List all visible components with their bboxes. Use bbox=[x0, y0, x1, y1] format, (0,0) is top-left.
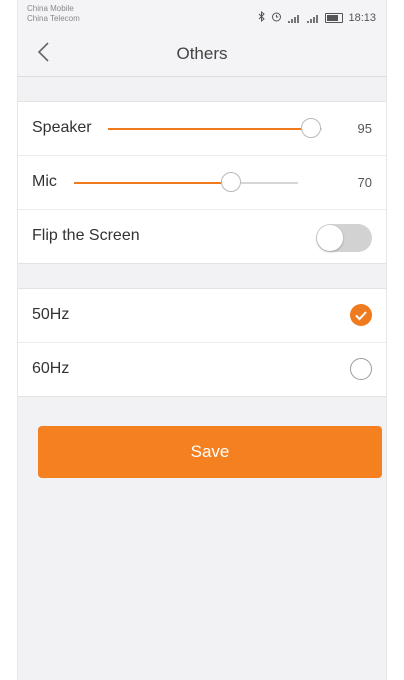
mic-slider-fill bbox=[74, 182, 231, 184]
alarm-icon bbox=[271, 11, 282, 25]
frequency-label-50hz: 50Hz bbox=[32, 306, 70, 323]
nav-bar: Others bbox=[18, 30, 386, 77]
flip-screen-row: Flip the Screen bbox=[18, 210, 386, 263]
mic-slider[interactable] bbox=[74, 172, 298, 192]
frequency-group: 50Hz 60Hz bbox=[18, 288, 386, 397]
unchecked-radio-icon[interactable] bbox=[350, 358, 372, 380]
mic-label: Mic bbox=[32, 173, 57, 190]
status-time: 18:13 bbox=[348, 12, 376, 24]
carrier-info: China Mobile China Telecom bbox=[27, 4, 80, 24]
battery-icon bbox=[325, 13, 344, 23]
status-icons: 18:13 bbox=[258, 10, 376, 25]
flip-screen-toggle[interactable] bbox=[316, 224, 372, 252]
page-title: Others bbox=[176, 44, 228, 63]
frequency-label-60hz: 60Hz bbox=[32, 360, 70, 377]
frequency-option-50hz[interactable]: 50Hz bbox=[18, 289, 386, 343]
mic-value: 70 bbox=[357, 175, 372, 190]
audio-settings-group: Speaker 95 Mic 70 Flip the Screen bbox=[18, 101, 386, 264]
mic-row: Mic 70 bbox=[18, 156, 386, 210]
speaker-slider-fill bbox=[108, 128, 311, 130]
carrier-1: China Mobile bbox=[27, 4, 74, 13]
signal-2-icon bbox=[306, 14, 320, 23]
checked-radio-icon[interactable] bbox=[350, 304, 372, 326]
bluetooth-icon bbox=[258, 10, 266, 25]
speaker-slider[interactable] bbox=[108, 118, 322, 138]
status-bar: China Mobile China Telecom 18:13 bbox=[18, 0, 386, 30]
signal-1-icon bbox=[287, 14, 301, 23]
frequency-option-60hz[interactable]: 60Hz bbox=[18, 343, 386, 396]
mic-slider-thumb[interactable] bbox=[221, 172, 241, 192]
speaker-row: Speaker 95 bbox=[18, 102, 386, 156]
carrier-2: China Telecom bbox=[27, 14, 80, 23]
flip-screen-label: Flip the Screen bbox=[32, 227, 140, 244]
phone-screen: China Mobile China Telecom 18:13 Others … bbox=[17, 0, 387, 680]
speaker-label: Speaker bbox=[32, 119, 92, 136]
speaker-slider-thumb[interactable] bbox=[301, 118, 321, 138]
toggle-knob bbox=[317, 225, 343, 251]
speaker-value: 95 bbox=[357, 121, 372, 136]
save-button[interactable]: Save bbox=[38, 426, 382, 478]
